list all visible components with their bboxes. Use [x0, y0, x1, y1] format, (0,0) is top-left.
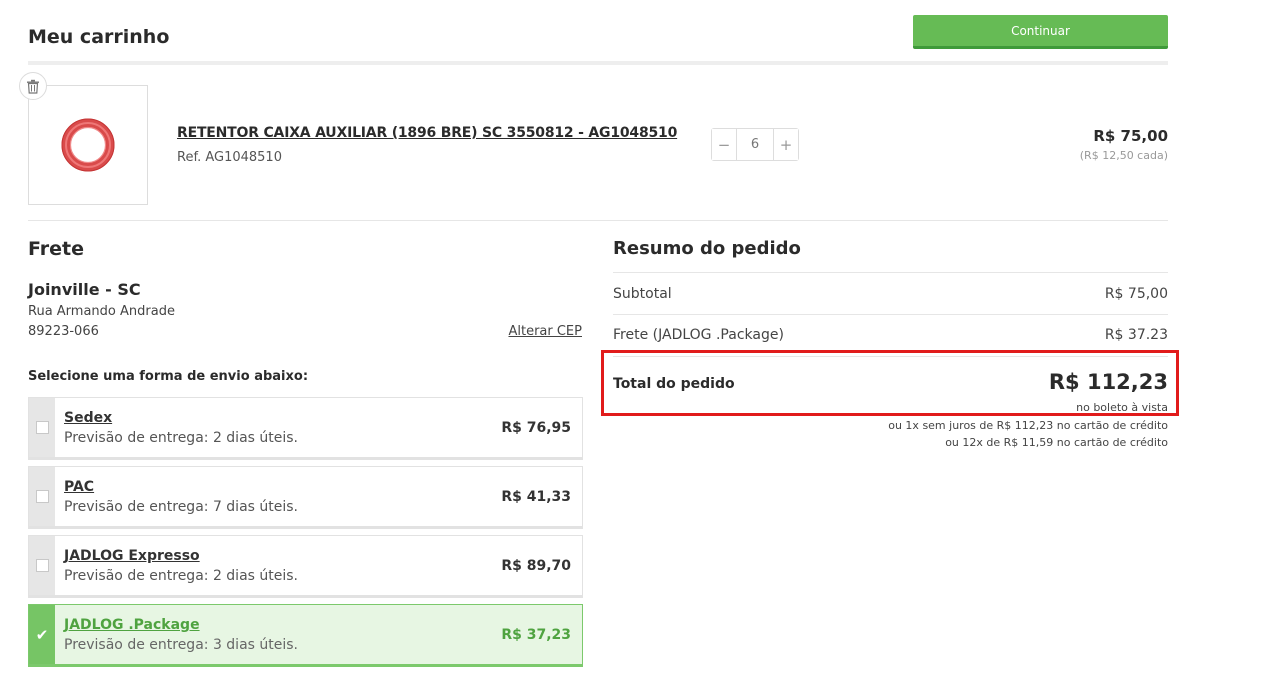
freight-value: R$ 37.23 — [1104, 327, 1168, 343]
item-total-price: R$ 75,00 — [1093, 127, 1168, 145]
subtotal-value: R$ 75,00 — [1104, 286, 1168, 302]
header-divider — [28, 61, 1168, 65]
total-note-1x: ou 1x sem juros de R$ 112,23 no cartão d… — [888, 419, 1168, 432]
shipping-option-eta: Previsão de entrega: 2 dias úteis. — [64, 568, 299, 584]
total-label: Total do pedido — [613, 376, 735, 392]
quantity-input[interactable] — [736, 129, 774, 160]
shipping-option-price: R$ 89,70 — [501, 558, 571, 574]
total-value: R$ 112,23 — [1048, 370, 1168, 394]
continue-button[interactable]: Continuar — [913, 15, 1168, 49]
shipping-option-jadlog-package[interactable]: ✔ JADLOG .Package Previsão de entrega: 3… — [28, 604, 583, 667]
shipping-option-price: R$ 37,23 — [501, 627, 571, 643]
shipping-prompt: Selecione uma forma de envio abaixo: — [28, 369, 309, 384]
product-name-link[interactable]: RETENTOR CAIXA AUXILIAR (1896 BRE) SC 35… — [177, 125, 677, 141]
shipping-option-jadlog-expresso[interactable]: JADLOG Expresso Previsão de entrega: 2 d… — [28, 535, 583, 598]
shipping-city: Joinville - SC — [28, 280, 141, 299]
product-ref: Ref. AG1048510 — [177, 150, 282, 165]
product-image[interactable] — [28, 85, 148, 205]
seal-ring-image — [61, 118, 115, 172]
shipping-option-sedex[interactable]: Sedex Previsão de entrega: 2 dias úteis.… — [28, 397, 583, 460]
summary-divider — [613, 314, 1168, 315]
shipping-cep: 89223-066 — [28, 324, 99, 339]
summary-divider — [613, 272, 1168, 273]
shipping-checkbox[interactable] — [29, 398, 55, 457]
shipping-option-name[interactable]: JADLOG .Package — [64, 617, 200, 633]
shipping-option-eta: Previsão de entrega: 2 dias úteis. — [64, 430, 299, 446]
quantity-stepper: − + — [711, 128, 799, 161]
shipping-option-pac[interactable]: PAC Previsão de entrega: 7 dias úteis. R… — [28, 466, 583, 529]
checkmark-icon: ✔ — [35, 625, 49, 644]
shipping-checkbox[interactable]: ✔ — [29, 605, 55, 664]
freight-label: Frete (JADLOG .Package) — [613, 327, 784, 343]
checkbox-empty-icon — [35, 559, 49, 572]
shipping-option-eta: Previsão de entrega: 7 dias úteis. — [64, 499, 299, 515]
shipping-street: Rua Armando Andrade — [28, 304, 175, 319]
page-title: Meu carrinho — [28, 26, 170, 48]
qty-increase-button[interactable]: + — [774, 129, 798, 160]
shipping-options-list: Sedex Previsão de entrega: 2 dias úteis.… — [28, 397, 583, 673]
qty-decrease-button[interactable]: − — [712, 129, 736, 160]
summary-title: Resumo do pedido — [613, 238, 801, 259]
shipping-title: Frete — [28, 238, 84, 260]
remove-item-button[interactable] — [19, 72, 47, 100]
shipping-checkbox[interactable] — [29, 467, 55, 526]
total-note-12x: ou 12x de R$ 11,59 no cartão de crédito — [945, 436, 1168, 449]
shipping-option-name[interactable]: PAC — [64, 479, 94, 495]
item-unit-price: (R$ 12,50 cada) — [1079, 149, 1168, 162]
shipping-option-price: R$ 76,95 — [501, 420, 571, 436]
checkbox-empty-icon — [35, 490, 49, 503]
section-divider — [28, 220, 1168, 221]
total-note-boleto: no boleto à vista — [1076, 401, 1168, 414]
shipping-option-eta: Previsão de entrega: 3 dias úteis. — [64, 637, 299, 653]
shipping-checkbox[interactable] — [29, 536, 55, 595]
shipping-option-name[interactable]: JADLOG Expresso — [64, 548, 200, 564]
subtotal-label: Subtotal — [613, 286, 672, 302]
shipping-option-price: R$ 41,33 — [501, 489, 571, 505]
checkbox-empty-icon — [35, 421, 49, 434]
trash-icon — [27, 79, 39, 94]
change-cep-link[interactable]: Alterar CEP — [508, 324, 582, 339]
shipping-option-name[interactable]: Sedex — [64, 410, 112, 426]
